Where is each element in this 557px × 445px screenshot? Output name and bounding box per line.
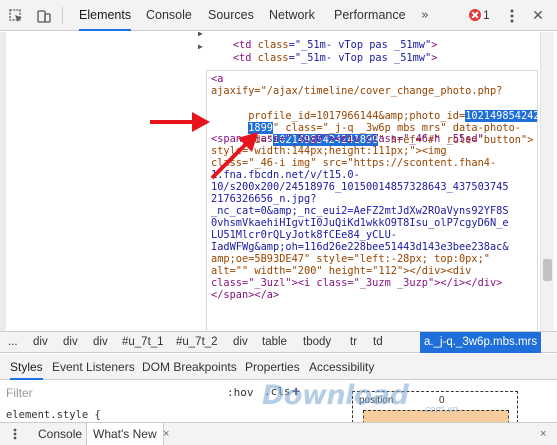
download-watermark-domain: .com.vn [422,405,458,415]
code-line: class="_46-i img" src="https://scontent.… [211,157,497,169]
code-line: alt="" width="200" height="112"></div><d… [211,265,472,277]
code-line: style="width:144px;height:111px;"><img [211,145,447,157]
tab-accessibility[interactable]: Accessibility [309,354,374,380]
tab-console[interactable]: Console [146,0,192,31]
elements-tree: ▶ <td class="_51m- vTop pas _51mw"> ▶ <t… [0,32,557,331]
code-line: IadWFWg&amp;oh=116d26e228bee51443d143e3b… [211,241,509,253]
code-line: amp;oe=5B93DE47" style="left:-28px; top:… [211,253,490,265]
breadcrumb-item[interactable]: td [373,332,383,353]
vertical-scrollbar[interactable] [540,32,554,331]
code-line: 1.fna.fbcdn.net/v/t15.0- [211,169,360,181]
tab-elements[interactable]: Elements [79,0,132,31]
selected-dom-node[interactable]: <a ajaxify="/ajax/timeline/cover_change_… [206,70,538,331]
device-toolbar-icon[interactable] [34,0,54,31]
sidebar-tabs: Styles Event Listeners DOM Breakpoints P… [0,354,557,380]
attr-name: class [251,51,289,64]
breadcrumb-ellipsis[interactable]: ... [8,332,18,353]
tab-sources[interactable]: Sources [208,0,254,31]
styles-filter-input[interactable]: Filter [6,386,33,400]
drawer-tabbar: Console What's New × × [0,422,557,445]
tab-network[interactable]: Network [269,0,315,31]
code-line: <a [211,73,224,85]
kebab-menu-icon[interactable] [506,0,518,31]
expand-triangle-icon[interactable]: ▶ [198,41,203,54]
download-watermark-logo: Download [262,380,409,411]
breadcrumb-item[interactable]: tbody [303,332,331,353]
element-style-rule[interactable]: element.style { [6,409,101,421]
code-line: _nc_cat=0&amp;_nc_eui2=AeFZ2mtJdXw2ROaVy… [211,205,509,217]
tag-name: td [239,51,252,64]
error-count[interactable]: 1 [483,0,490,31]
tab-event-listeners[interactable]: Event Listeners [52,354,135,380]
breadcrumb: ... div div div #u_7t_1 #u_7t_2 div tabl… [0,331,557,353]
drawer-menu-icon[interactable] [10,423,20,445]
code-line: class="_3uzl"><i class="_3uzm _3uzp"></i… [211,277,503,289]
close-icon[interactable]: ✕ [530,0,546,31]
tab-performance[interactable]: Performance [334,0,406,31]
breadcrumb-item[interactable]: div [93,332,108,353]
tag-bracket: > [431,51,438,64]
code-line: LU51Mlcr0rQLyJotk8fCEe84_yCLU- [211,229,397,241]
inspect-element-icon[interactable] [6,0,26,31]
breadcrumb-item-selected[interactable]: a._j-q._3w6p.mbs.mrs [420,332,542,353]
scrollbar-thumb[interactable] [543,259,552,281]
breadcrumb-item[interactable]: tr [350,332,357,353]
toolbar-divider [62,7,63,24]
breadcrumb-item[interactable]: table [262,332,287,353]
tree-gutter [0,32,6,331]
drawer-tab-label: What's New [93,427,157,441]
expand-triangle-icon[interactable]: ▶ [198,32,203,41]
drawer-tab-console[interactable]: Console [38,423,82,445]
breadcrumb-item[interactable]: #u_7t_2 [176,332,218,353]
breadcrumb-item[interactable]: div [233,332,248,353]
code-line: 10/s200x200/24518976_10150014857328643_4… [211,181,509,193]
tab-properties[interactable]: Properties [245,354,300,380]
breadcrumb-item[interactable]: div [33,332,48,353]
code-line: </span></a> [211,289,280,301]
code-line: <span class="_5ig0"><div class="_46-h _5… [211,133,484,145]
code-line: ajaxify="/ajax/timeline/cover_change_pho… [211,85,503,97]
error-icon[interactable] [469,9,481,21]
breadcrumb-item[interactable]: div [63,332,78,353]
tab-dom-breakpoints[interactable]: DOM Breakpoints [142,354,237,380]
tab-styles[interactable]: Styles [10,354,43,380]
close-drawer-icon[interactable]: × [540,423,546,445]
breadcrumb-item[interactable]: #u_7t_1 [122,332,164,353]
close-tab-icon[interactable]: × [163,423,169,445]
drawer-tab-whats-new[interactable]: What's New [86,423,164,445]
hover-state-toggle[interactable]: :hov [227,386,254,399]
attr-value: ="_51m- vTop pas _51mw" [288,51,432,64]
code-line: 2176326656_n.jpg? [211,193,317,205]
more-tabs-icon[interactable]: » [418,0,432,31]
code-line: 0vhsmVkaehiHIgvtI0JuQiKd1wkkO9T8Isu_olP7… [211,217,509,229]
devtools-toolbar: Elements Console Sources Network Perform… [0,0,557,31]
